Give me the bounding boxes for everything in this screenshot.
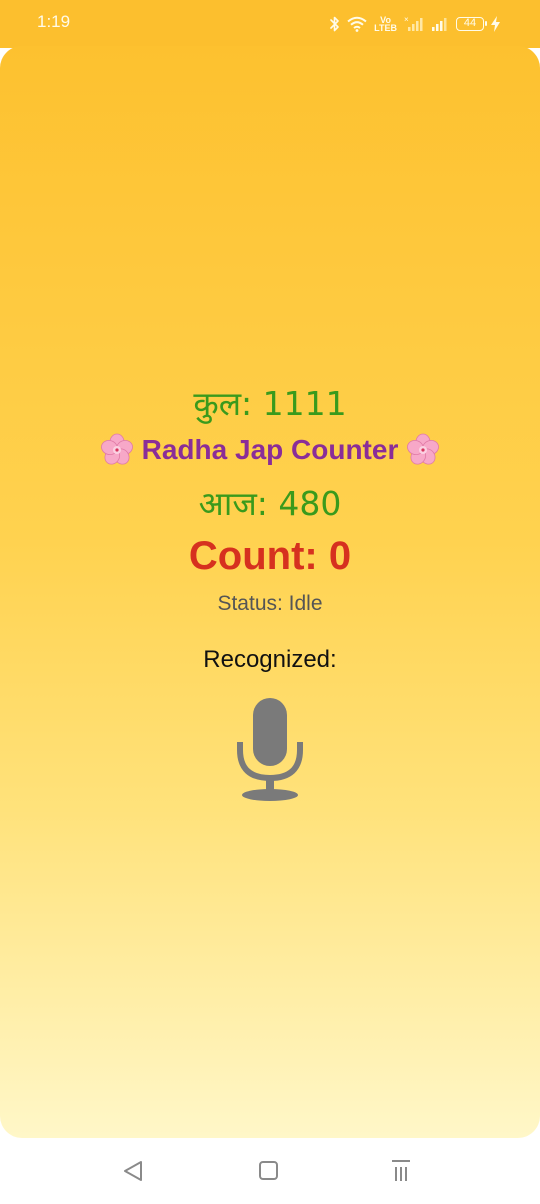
volte-indicator: Vo LTEB: [374, 16, 397, 33]
screen: 1:19 Vo LTEB × 44 कुल: 1111 Radha Jap Co…: [0, 0, 540, 1204]
signal-sim1-icon: ×: [404, 16, 423, 31]
recognized-text-label: Recognized:: [203, 646, 337, 673]
recents-lines-icon[interactable]: [386, 1158, 416, 1184]
svg-text:×: ×: [404, 16, 409, 24]
session-count-label: Count: 0: [188, 534, 352, 578]
app-card: कुल: 1111 Radha Jap Counter आज: 480 Coun…: [0, 46, 540, 1138]
charging-icon: [491, 16, 500, 32]
today-count-label: आज: 480: [198, 484, 342, 523]
status-time: 1:19: [37, 12, 71, 31]
recognition-status-label: Status: Idle: [217, 592, 323, 615]
battery-icon: 44: [456, 17, 487, 31]
back-triangle-icon[interactable]: [119, 1158, 149, 1184]
navigation-bar: [0, 1138, 540, 1204]
wifi-icon: [347, 16, 367, 32]
app-title: Radha Jap Counter: [141, 434, 399, 465]
status-bar: 1:19 Vo LTEB × 44: [0, 0, 540, 48]
bluetooth-icon: [330, 16, 339, 32]
home-square-icon[interactable]: [253, 1158, 283, 1184]
total-count-label: कुल: 1111: [193, 384, 347, 423]
microphone-icon[interactable]: [232, 696, 308, 804]
signal-sim2-icon: [432, 18, 447, 31]
cherry-blossom-icon: [100, 433, 133, 465]
title-row: Radha Jap Counter: [0, 433, 540, 467]
status-icons: Vo LTEB × 44: [330, 13, 500, 35]
volte-bottom: LTEB: [374, 23, 397, 33]
cherry-blossom-icon: [407, 433, 440, 465]
